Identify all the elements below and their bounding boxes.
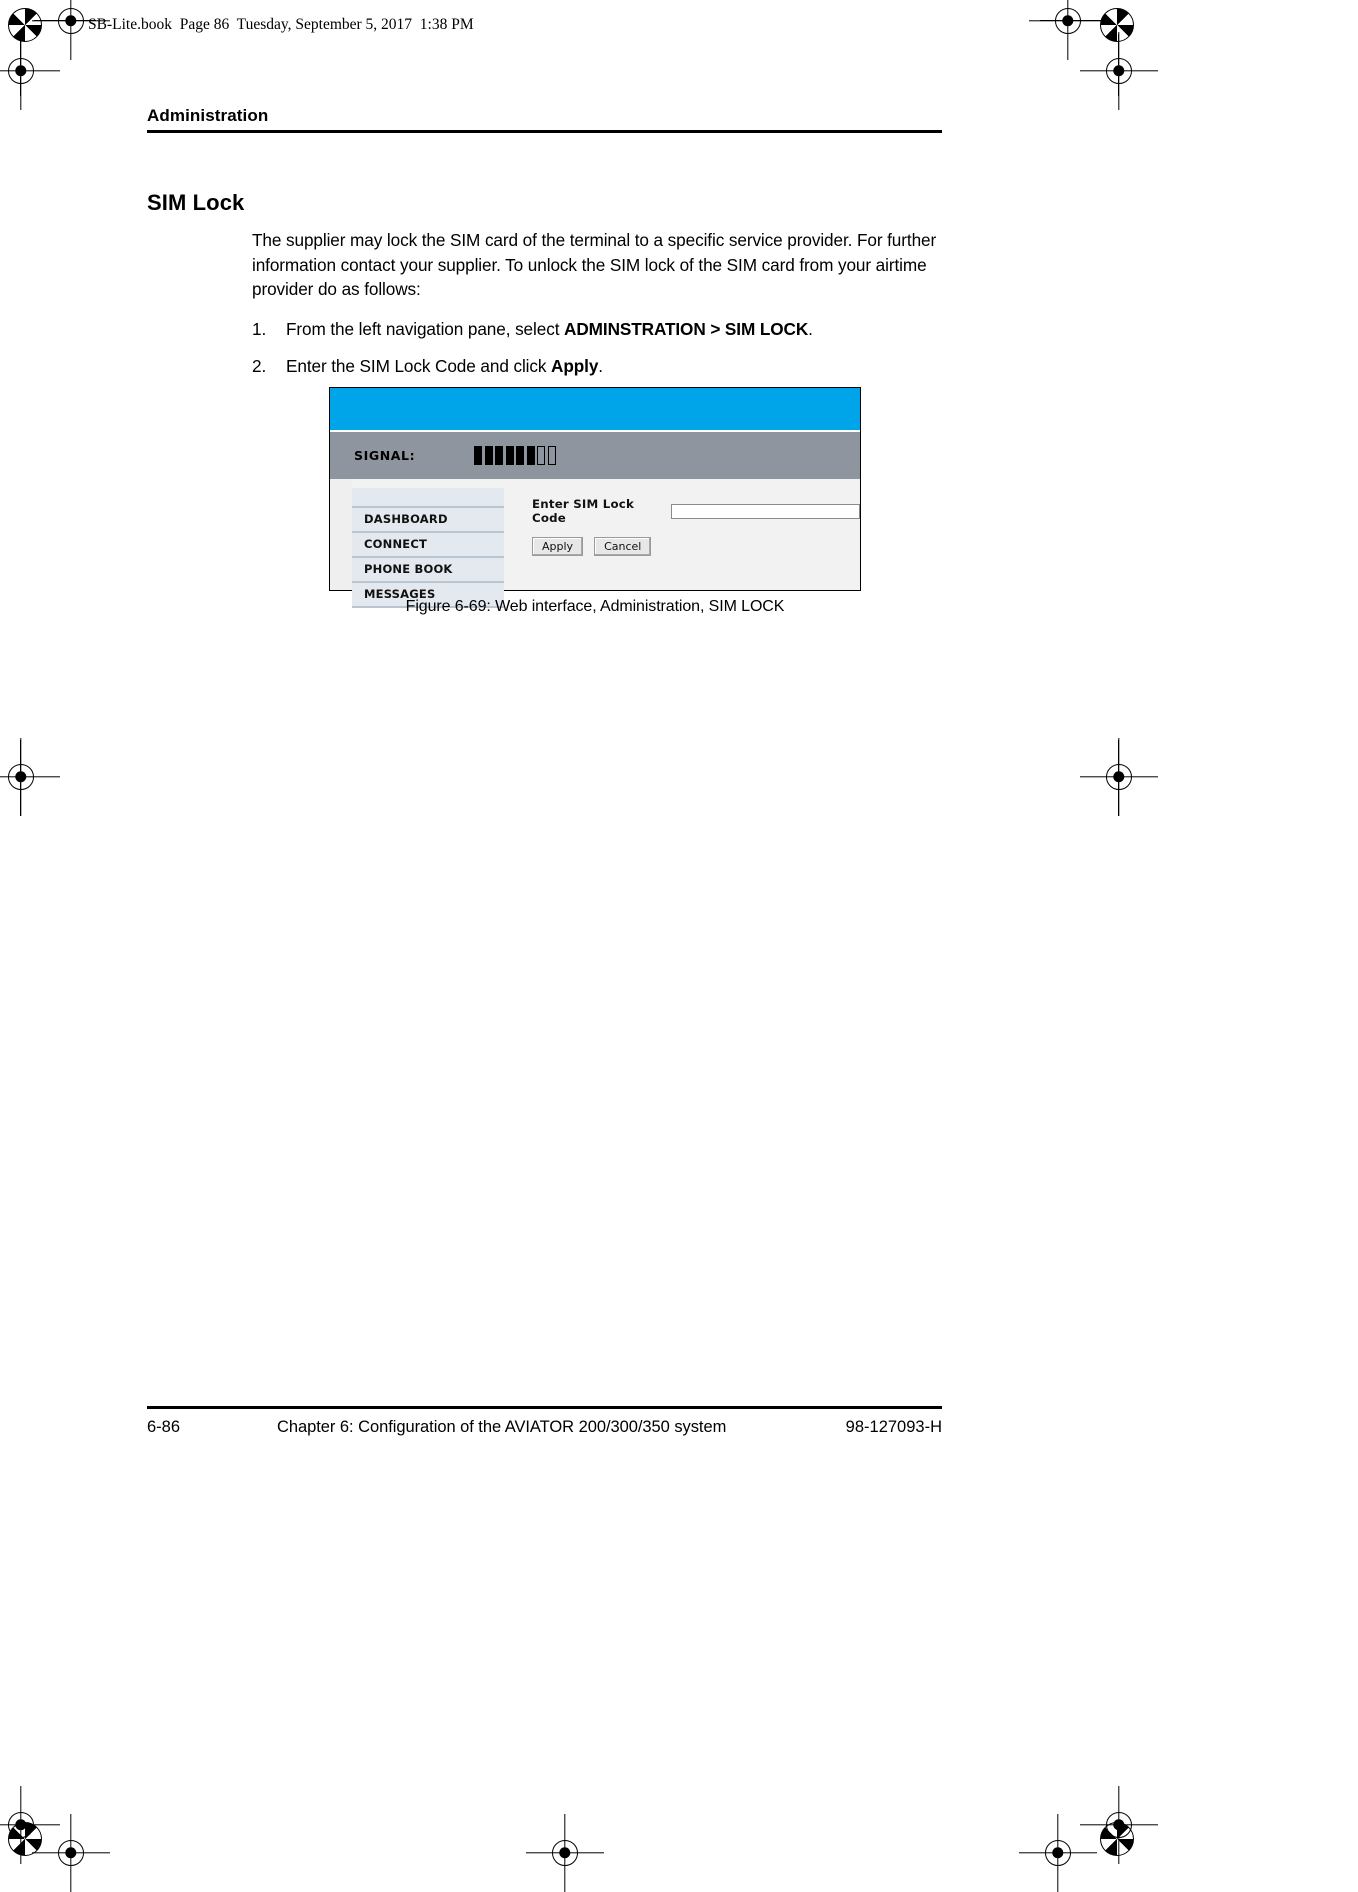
section-paragraph: The supplier may lock the SIM card of th… [252, 230, 937, 300]
step-bold-text: Apply [551, 356, 599, 376]
signal-bar-filled [495, 446, 503, 465]
procedure-step-list: 1. From the left navigation pane, select… [252, 317, 942, 391]
nav-top-spacer [352, 488, 504, 508]
footer-document-number: 98-127093-H [845, 1418, 942, 1436]
signal-bar-filled [516, 446, 524, 465]
sidebar-item-connect[interactable]: CONNECT [352, 533, 504, 558]
document-page: SB-Lite.book Page 86 Tuesday, September … [0, 0, 1358, 1892]
step-text-after: . [598, 356, 603, 376]
corner-registration-pattern-top-right [1100, 8, 1134, 42]
registration-mark-bottom-right [1019, 1814, 1097, 1892]
signal-bar-filled [505, 446, 514, 465]
running-head: Administration [147, 106, 269, 125]
cancel-button[interactable]: Cancel [594, 537, 652, 556]
page-title: SIM Lock [147, 190, 245, 215]
crop-line-left-top [20, 34, 22, 96]
crop-line-top-left [34, 20, 96, 22]
crop-line-top-right [1040, 20, 1102, 22]
registration-mark-bottom-center [526, 1814, 604, 1892]
registration-mark-bottom-left [32, 1814, 110, 1892]
signal-bar-empty [547, 446, 556, 465]
signal-bar-filled [484, 446, 493, 465]
procedure-step: 2. Enter the SIM Lock Code and click App… [252, 354, 942, 378]
crop-line-left-middle [20, 740, 22, 816]
left-navigation-pane: DASHBOARD CONNECT PHONE BOOK MESSAGES [352, 479, 504, 608]
signal-label: SIGNAL: [354, 448, 416, 463]
step-number: 1. [252, 319, 267, 339]
step-number: 2. [252, 356, 267, 376]
footer-rule [147, 1406, 942, 1409]
signal-bar-filled [526, 446, 535, 465]
sim-lock-code-row: Enter SIM Lock Code [532, 497, 860, 525]
registration-mark-right-lower [1080, 1786, 1158, 1864]
nav-gutter [330, 479, 352, 590]
procedure-step: 1. From the left navigation pane, select… [252, 317, 942, 341]
signal-bar-filled [474, 446, 482, 465]
sidebar-item-phone-book[interactable]: PHONE BOOK [352, 558, 504, 583]
step-text-before: Enter the SIM Lock Code and click [286, 356, 552, 376]
signal-strength-bar: SIGNAL: [330, 432, 860, 479]
crop-line-right-top [1118, 34, 1120, 96]
web-interface-body: DASHBOARD CONNECT PHONE BOOK MESSAGES En… [330, 479, 860, 608]
corner-registration-pattern-top-left [8, 8, 42, 42]
book-slug-line: SB-Lite.book Page 86 Tuesday, September … [88, 16, 474, 33]
signal-bars [474, 446, 556, 465]
registration-mark-left-lower [0, 1786, 60, 1864]
apply-button[interactable]: Apply [532, 537, 584, 556]
form-button-row: Apply Cancel [532, 537, 860, 556]
figure-caption: Figure 6-69: Web interface, Administrati… [405, 598, 785, 615]
crop-line-right-middle [1118, 740, 1120, 816]
sidebar-item-dashboard[interactable]: DASHBOARD [352, 508, 504, 533]
figure-web-interface: SIGNAL: DASHBOARD CONNECT PHONE BOOK MES… [329, 387, 861, 608]
page-footer: 6-86 Chapter 6: Configuration of the AVI… [147, 1418, 942, 1437]
signal-bar-empty [537, 446, 545, 465]
footer-page-number: 6-86 [147, 1418, 181, 1436]
footer-chapter-title: Chapter 6: Configuration of the AVIATOR … [277, 1418, 727, 1436]
web-interface-banner [330, 388, 860, 430]
step-bold-text: ADMINSTRATION > SIM LOCK [564, 319, 809, 339]
sim-lock-code-label: Enter SIM Lock Code [532, 497, 635, 525]
sim-lock-form: Enter SIM Lock Code Apply Cancel [504, 479, 860, 590]
sim-lock-code-input[interactable] [671, 503, 860, 519]
step-text-before: From the left navigation pane, select [286, 319, 565, 339]
step-text-after: . [808, 319, 813, 339]
header-rule [147, 130, 942, 133]
